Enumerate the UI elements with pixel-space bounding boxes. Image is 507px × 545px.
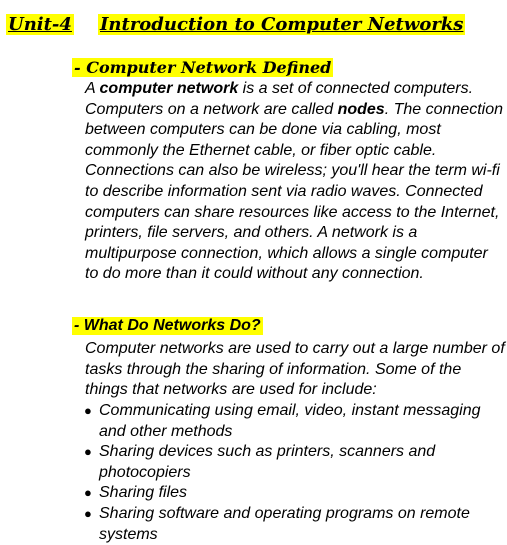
unit-label: Unit-4 (6, 14, 74, 35)
bullet-icon: ● (84, 485, 92, 501)
term-computer-network: computer network (99, 80, 239, 97)
term-nodes: nodes (337, 100, 385, 118)
list-item-text: Sharing devices such as printers, scanne… (99, 443, 436, 481)
definition-text-end: . The connection between computers can b… (85, 100, 503, 283)
list-item-text: Sharing software and operating programs … (99, 504, 470, 543)
networks-intro-paragraph: Computer networks are used to carry out … (85, 340, 505, 399)
definition-text-start: A (85, 80, 100, 97)
page-header: Unit-4 Introduction to Computer Networks (6, 14, 466, 35)
list-item: ● Sharing software and operating programs… (84, 504, 505, 545)
page-title: Introduction to Computer Networks (98, 14, 466, 35)
list-item-text: Sharing files (99, 484, 188, 502)
bullet-icon: ● (84, 444, 92, 460)
section-heading-network-defined: - Computer Network Defined (72, 58, 334, 77)
section-heading-what-networks-do: - What Do Networks Do? (72, 317, 263, 335)
bullet-icon: ● (84, 505, 92, 521)
list-item: ● Sharing files (84, 483, 505, 504)
list-item-text: Communicating using email, video, instan… (99, 402, 481, 440)
bullet-icon: ● (84, 403, 92, 418)
network-definition-paragraph: A computer network is a set of connected… (85, 79, 505, 285)
network-uses-list: ● Communicating using email, video, insta… (84, 401, 505, 545)
list-item: ● Communicating using email, video, insta… (84, 401, 505, 442)
list-item: ● Sharing devices such as printers, scann… (84, 442, 505, 483)
